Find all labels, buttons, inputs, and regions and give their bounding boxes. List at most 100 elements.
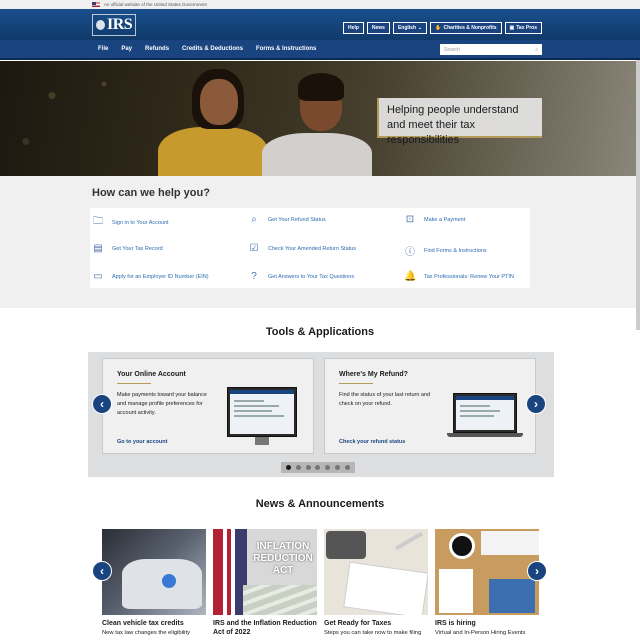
search-icon[interactable]: ⌕ bbox=[535, 47, 538, 53]
laptop-illustration bbox=[453, 393, 517, 433]
carousel-dot[interactable] bbox=[344, 465, 350, 470]
irs-logo[interactable]: IRS bbox=[92, 13, 137, 36]
carousel-prev-button[interactable]: ‹ bbox=[92, 394, 112, 414]
chevron-left-icon: ‹ bbox=[100, 397, 104, 411]
carousel-dot[interactable] bbox=[325, 465, 331, 470]
checkbox-icon: ☑ bbox=[249, 243, 259, 254]
news-card-title: Clean vehicle tax credits bbox=[102, 620, 184, 627]
tool-card-wheres-my-refund: Where's My Refund? Find the status of yo… bbox=[324, 358, 536, 454]
tax-pros-link[interactable]: ▣ Tax Pros bbox=[504, 22, 542, 34]
page-scrollbar[interactable] bbox=[636, 60, 640, 330]
nav-forms-instructions[interactable]: Forms & Instructions bbox=[256, 46, 316, 52]
news-next-button[interactable]: › bbox=[527, 561, 547, 581]
inflation-image-text: INFLATION REDUCTION ACT bbox=[253, 541, 313, 576]
inflation-reduction-image: INFLATION REDUCTION ACT bbox=[213, 529, 317, 615]
tool-card-title: Where's My Refund? bbox=[339, 371, 408, 378]
help-link-label: Check Your Amended Return Status bbox=[268, 245, 357, 252]
news-card-title: IRS and the Inflation Reduction Act of 2… bbox=[213, 620, 317, 636]
chevron-right-icon: › bbox=[535, 564, 539, 578]
tax-forms-image bbox=[324, 529, 428, 615]
hero-photo-woman bbox=[158, 69, 268, 176]
tax-pros-label: Tax Pros bbox=[516, 25, 537, 31]
briefcase-icon: ▣ bbox=[509, 25, 515, 31]
nav-refunds[interactable]: Refunds bbox=[145, 46, 169, 52]
help-link-refund-status[interactable]: ⌕ Get Your Refund Status bbox=[248, 214, 326, 225]
us-flag-icon bbox=[92, 2, 100, 7]
help-link-label: Find Forms & Instructions bbox=[424, 247, 487, 254]
help-link-sign-in[interactable]: 🗀 Sign in to Your Account bbox=[92, 214, 169, 231]
question-icon: ? bbox=[251, 271, 257, 282]
news-card-inflation-reduction[interactable]: INFLATION REDUCTION ACT IRS and the Infl… bbox=[213, 529, 317, 638]
help-link-ein[interactable]: ▭ Apply for an Employer ID Number (EIN) bbox=[92, 271, 209, 282]
news-card-clean-vehicle[interactable]: Clean vehicle tax credits New tax law ch… bbox=[102, 529, 206, 637]
help-link-payment[interactable]: ⊡ Make a Payment bbox=[404, 214, 465, 225]
carousel-dot[interactable] bbox=[296, 465, 302, 470]
language-label: English bbox=[397, 25, 417, 31]
news-link[interactable]: News bbox=[366, 22, 390, 34]
carousel-dot[interactable] bbox=[334, 465, 340, 470]
carousel-dot[interactable] bbox=[305, 465, 311, 470]
news-prev-button[interactable]: ‹ bbox=[92, 561, 112, 581]
help-link[interactable]: Help bbox=[343, 22, 364, 34]
tool-card-body: Find the status of your last return and … bbox=[339, 392, 431, 407]
monitor-stand bbox=[255, 437, 269, 445]
help-link-label: Get Your Tax Record bbox=[112, 245, 163, 252]
help-link-label: Get Answers to Your Tax Questions bbox=[268, 273, 355, 280]
eagle-icon bbox=[96, 19, 105, 30]
ev-charging-image bbox=[102, 529, 206, 615]
hero-banner bbox=[0, 61, 640, 176]
search-input[interactable]: Search ⌕ bbox=[440, 44, 542, 55]
money-icon: ⊡ bbox=[405, 214, 415, 225]
news-title: News & Announcements bbox=[255, 498, 385, 510]
help-links-panel: 🗀 Sign in to Your Account ⌕ Get Your Refun… bbox=[90, 208, 530, 288]
charities-link[interactable]: ✋ Charities & Nonprofits bbox=[430, 22, 502, 34]
laptop-base bbox=[447, 433, 523, 437]
language-select[interactable]: English ⌄ bbox=[392, 22, 428, 34]
hero-tagline: Helping people understand and meet their… bbox=[377, 98, 542, 146]
carousel-next-button[interactable]: › bbox=[526, 394, 546, 414]
monitor-illustration bbox=[227, 387, 297, 437]
go-to-account-link[interactable]: Go to your account bbox=[117, 439, 167, 445]
help-link-forms[interactable]: ⓘ Find Forms & Instructions bbox=[404, 243, 487, 258]
help-section: How can we help you? 🗀 Sign in to Your Ac… bbox=[0, 176, 640, 308]
nav-pay[interactable]: Pay bbox=[121, 46, 132, 52]
news-card-get-ready[interactable]: Get Ready for Taxes Steps you can take n… bbox=[324, 529, 428, 637]
tool-card-online-account: Your Online Account Make payments toward… bbox=[102, 358, 314, 454]
help-link-label: Apply for an Employer ID Number (EIN) bbox=[112, 273, 209, 280]
nav-credits-deductions[interactable]: Credits & Deductions bbox=[182, 46, 243, 52]
charities-label: Charities & Nonprofits bbox=[443, 25, 497, 31]
carousel-pagination bbox=[281, 462, 355, 473]
nav-file[interactable]: File bbox=[98, 46, 108, 52]
bell-icon: 🔔 bbox=[404, 271, 417, 282]
help-link-tax-record[interactable]: ▤ Get Your Tax Record bbox=[92, 243, 163, 254]
help-link-amended-return[interactable]: ☑ Check Your Amended Return Status bbox=[248, 243, 357, 254]
laptop-icon: ▭ bbox=[93, 271, 103, 282]
news-card-desc: Virtual and In-Person Hiring Events bbox=[435, 630, 526, 636]
gov-banner-text: An official website of the United States… bbox=[104, 2, 207, 7]
carousel-dot[interactable] bbox=[315, 465, 321, 470]
tools-carousel: Your Online Account Make payments toward… bbox=[88, 352, 554, 477]
search-placeholder: Search bbox=[444, 46, 460, 53]
tool-card-title: Your Online Account bbox=[117, 371, 186, 378]
help-link-label: Sign in to Your Account bbox=[112, 219, 169, 226]
help-link-tax-questions[interactable]: ? Get Answers to Your Tax Questions bbox=[248, 271, 354, 282]
news-card-desc: New tax law changes the eligibility bbox=[102, 630, 190, 636]
document-icon: ▤ bbox=[93, 243, 103, 254]
carousel-dot[interactable] bbox=[286, 465, 292, 470]
help-link-label: Tax Professionals: Renew Your PTIN bbox=[424, 273, 514, 280]
magnifier-icon: ⌕ bbox=[251, 214, 257, 225]
help-link-label: Make a Payment bbox=[424, 216, 466, 223]
news-card-desc: Steps you can take now to make filing bbox=[324, 630, 422, 636]
help-title: How can we help you? bbox=[92, 187, 210, 199]
news-card-irs-hiring[interactable]: IRS is hiring Virtual and In-Person Hiri… bbox=[435, 529, 539, 637]
chevron-down-icon: ⌄ bbox=[418, 25, 423, 31]
tool-card-body: Make payments toward your balance and ma… bbox=[117, 392, 207, 416]
logo-text: IRS bbox=[107, 15, 133, 33]
folder-icon: 🗀 bbox=[93, 216, 103, 227]
check-refund-link[interactable]: Check your refund status bbox=[339, 439, 405, 445]
help-link-ptin[interactable]: 🔔 Tax Professionals: Renew Your PTIN bbox=[404, 271, 514, 282]
handshake-icon: ✋ bbox=[435, 25, 442, 31]
chevron-right-icon: › bbox=[534, 397, 538, 411]
help-link-label: Get Your Refund Status bbox=[268, 216, 326, 223]
utility-nav: Help News English ⌄ ✋ Charities & Nonprofi… bbox=[343, 22, 542, 34]
